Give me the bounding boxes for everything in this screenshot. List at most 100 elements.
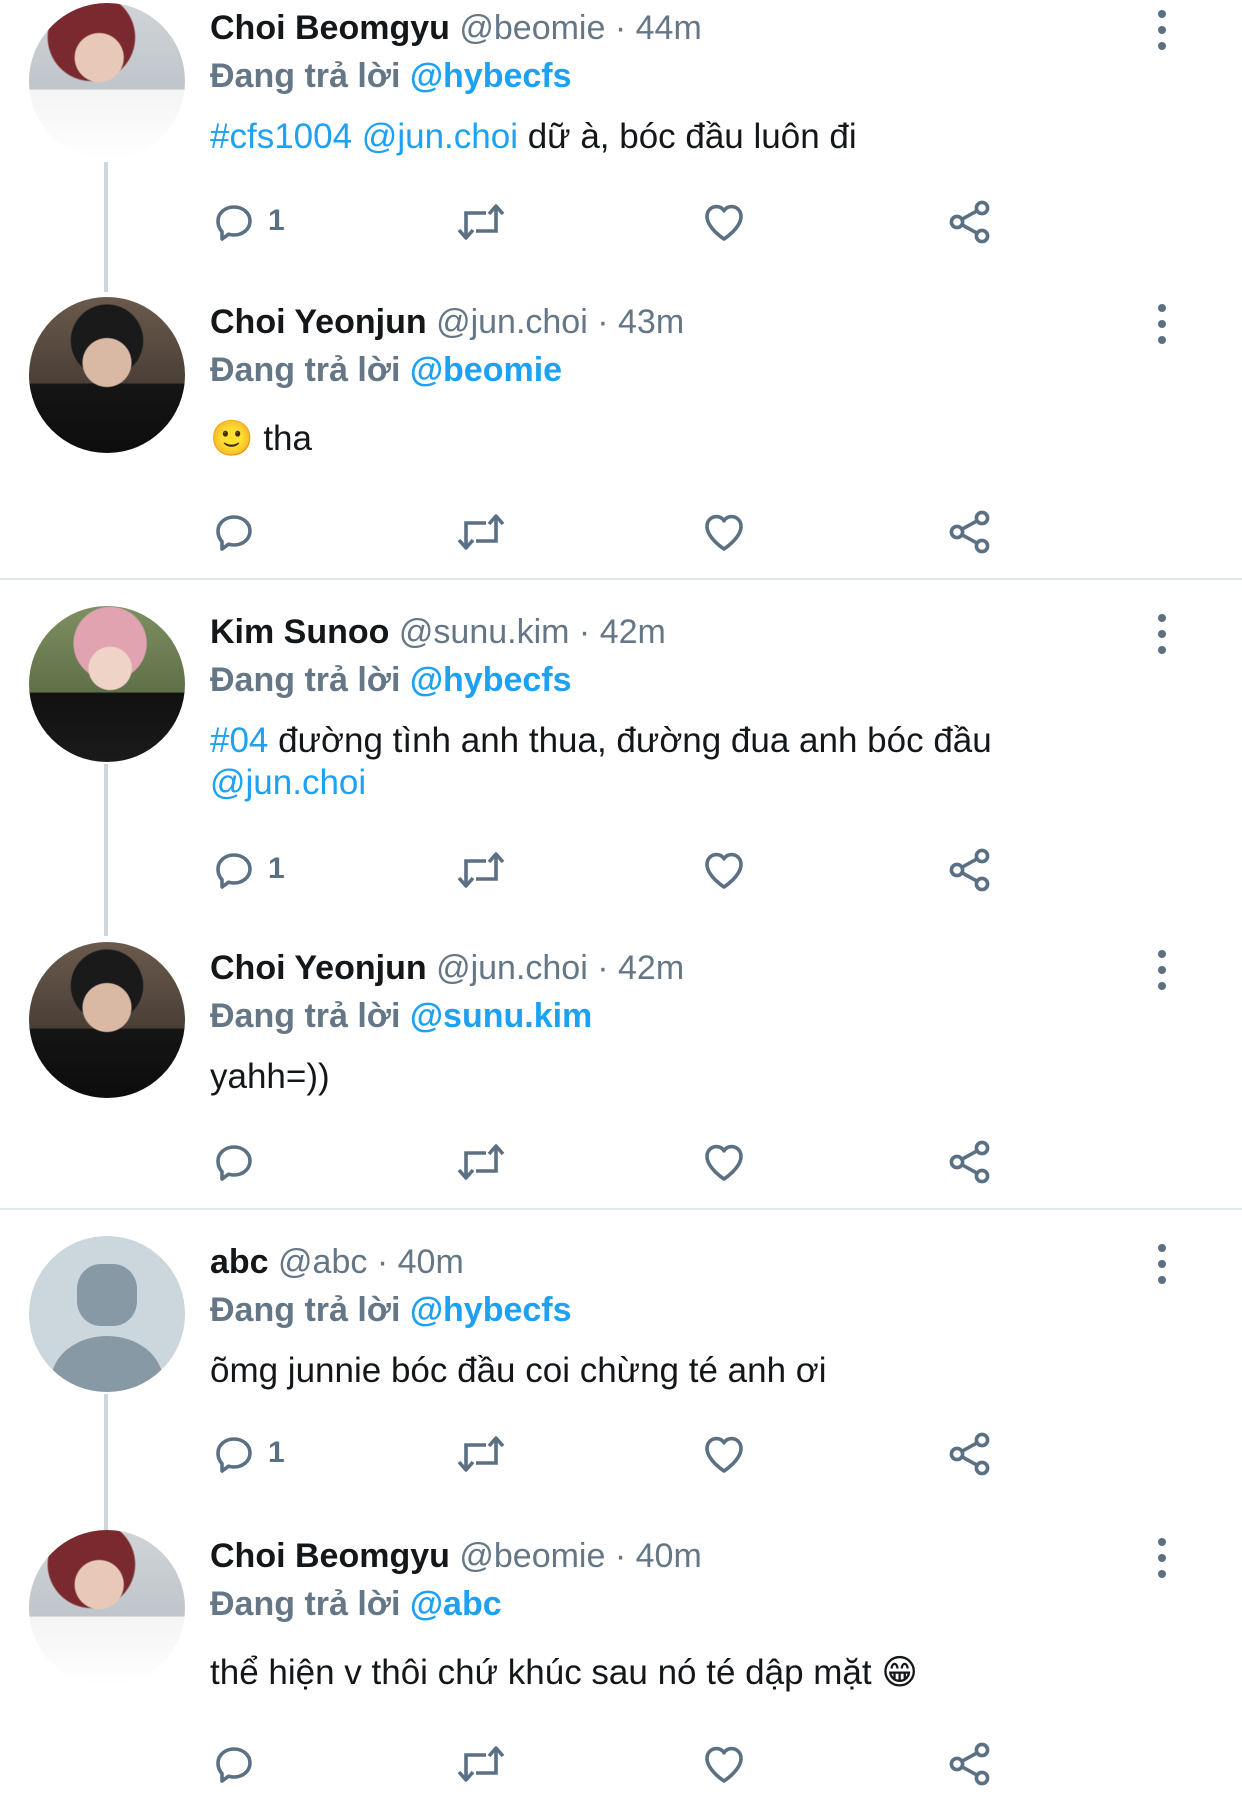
retweet-icon <box>457 1144 505 1180</box>
separator-dot: · <box>614 9 627 47</box>
avatar[interactable] <box>29 1530 185 1686</box>
display-name[interactable]: Choi Yeonjun <box>210 949 427 987</box>
more-options-icon[interactable] <box>1150 612 1174 656</box>
timestamp[interactable]: 40m <box>398 1243 464 1281</box>
share-icon <box>949 1140 990 1184</box>
heart-icon <box>705 1436 743 1473</box>
retweet-icon <box>457 514 505 550</box>
timestamp[interactable]: 42m <box>600 613 666 651</box>
more-options-icon[interactable] <box>1150 1536 1174 1580</box>
tweet-text: thể hiện v thôi chứ khúc sau nó té dập m… <box>210 1652 918 1694</box>
replying-to-mention[interactable]: @hybecfs <box>410 661 572 699</box>
tweet-text: #04 đường tình anh thua, đường đua anh b… <box>210 720 992 804</box>
username[interactable]: @sunu.kim <box>399 613 570 651</box>
tweet-header: Choi Yeonjun @jun.choi · 42m <box>210 948 684 988</box>
display-name[interactable]: Kim Sunoo <box>210 613 389 651</box>
username[interactable]: @jun.choi <box>436 303 588 341</box>
tweet-text-body: yahh=)) <box>210 1057 330 1096</box>
replying-to-label: Đang trả lời <box>210 351 401 389</box>
heart-icon <box>705 204 743 241</box>
replying-to-mention[interactable]: @hybecfs <box>410 57 572 95</box>
thread-line <box>104 1394 108 1534</box>
avatar[interactable] <box>29 606 185 762</box>
tweet-text: #cfs1004 @jun.choi dữ à, bóc đầu luôn đi <box>210 116 857 158</box>
share-icon <box>949 848 990 892</box>
display-name[interactable]: Choi Beomgyu <box>210 1537 450 1575</box>
tweet-text-body: đường tình anh thua, đường đua anh bóc đ… <box>268 721 992 760</box>
mention-link[interactable]: @jun.choi <box>210 763 366 802</box>
tweet-header: Choi Beomgyu @beomie · 44m <box>210 8 702 48</box>
avatar[interactable] <box>29 297 185 453</box>
emoji: 🙂 <box>210 419 254 458</box>
display-name[interactable]: abc <box>210 1243 269 1281</box>
share-icon <box>949 1432 990 1476</box>
timestamp[interactable]: 44m <box>636 9 702 47</box>
thread-line <box>104 162 108 292</box>
username[interactable]: @abc <box>278 1243 367 1281</box>
tweet-actions <box>210 502 1010 562</box>
avatar[interactable] <box>29 942 185 1098</box>
hashtag-link[interactable]: #04 <box>210 721 268 760</box>
replying-to-mention[interactable]: @abc <box>410 1585 502 1623</box>
more-options-icon[interactable] <box>1150 302 1174 346</box>
retweet-icon <box>457 1436 505 1472</box>
replying-to-label: Đang trả lời <box>210 57 401 95</box>
separator-dot: · <box>578 613 591 651</box>
mention-link[interactable]: @jun.choi <box>362 117 518 156</box>
tweet-header: abc @abc · 40m <box>210 1242 464 1282</box>
replying-to-mention[interactable]: @hybecfs <box>410 1291 572 1329</box>
timestamp[interactable]: 42m <box>618 949 684 987</box>
timestamp[interactable]: 43m <box>618 303 684 341</box>
reply-icon <box>216 853 252 889</box>
display-name[interactable]: Choi Yeonjun <box>210 303 427 341</box>
reply-count: 1 <box>268 852 285 885</box>
share-icon <box>949 200 990 244</box>
default-avatar[interactable] <box>29 1236 185 1392</box>
reply-icon <box>216 515 252 551</box>
heart-icon <box>705 1144 743 1181</box>
tweet-text: 🙂 tha <box>210 418 312 460</box>
replying-to-mention[interactable]: @beomie <box>410 351 562 389</box>
tweet-text-body: tha <box>263 419 312 458</box>
avatar-head-shape <box>77 1264 137 1326</box>
replying-to: Đang trả lời @hybecfs <box>210 56 572 96</box>
tweet-text-body: dữ à, bóc đầu luôn đi <box>517 117 857 156</box>
heart-icon <box>705 852 743 889</box>
reply-icon <box>216 1747 252 1783</box>
reply-count: 1 <box>268 1436 285 1469</box>
display-name[interactable]: Choi Beomgyu <box>210 9 450 47</box>
replying-to-label: Đang trả lời <box>210 661 401 699</box>
tweet-text-body: thể hiện v thôi chứ khúc sau nó té dập m… <box>210 1653 882 1692</box>
hashtag-link[interactable]: #cfs1004 <box>210 117 352 156</box>
thread-line <box>104 764 108 936</box>
tweet-text-body: õmg junnie bóc đầu coi chừng té anh ơi <box>210 1351 827 1390</box>
timestamp[interactable]: 40m <box>636 1537 702 1575</box>
more-options-icon[interactable] <box>1150 8 1174 52</box>
separator-dot: · <box>376 1243 389 1281</box>
tweet-header: Kim Sunoo @sunu.kim · 42m <box>210 612 666 652</box>
reply-icon <box>216 205 252 241</box>
thread-divider <box>0 578 1242 580</box>
replying-to-mention[interactable]: @sunu.kim <box>410 997 592 1035</box>
retweet-icon <box>457 852 505 888</box>
tweet-actions: 1 <box>210 840 1010 900</box>
tweet-actions <box>210 1132 1010 1192</box>
username[interactable]: @beomie <box>459 1537 605 1575</box>
tweet-actions <box>210 1734 1010 1794</box>
username[interactable]: @beomie <box>459 9 605 47</box>
heart-icon <box>705 514 743 551</box>
retweet-icon <box>457 204 505 240</box>
tweet-header: Choi Yeonjun @jun.choi · 43m <box>210 302 684 342</box>
more-options-icon[interactable] <box>1150 1242 1174 1286</box>
avatar-body-shape <box>51 1336 163 1392</box>
more-options-icon[interactable] <box>1150 948 1174 992</box>
replying-to: Đang trả lời @hybecfs <box>210 660 572 700</box>
replying-to: Đang trả lời @beomie <box>210 350 562 390</box>
replying-to-label: Đang trả lời <box>210 1291 401 1329</box>
tweet-header: Choi Beomgyu @beomie · 40m <box>210 1536 702 1576</box>
username[interactable]: @jun.choi <box>436 949 588 987</box>
reply-count: 1 <box>268 204 285 237</box>
tweet-actions: 1 <box>210 192 1010 252</box>
avatar[interactable] <box>29 3 185 159</box>
replying-to: Đang trả lời @hybecfs <box>210 1290 572 1330</box>
